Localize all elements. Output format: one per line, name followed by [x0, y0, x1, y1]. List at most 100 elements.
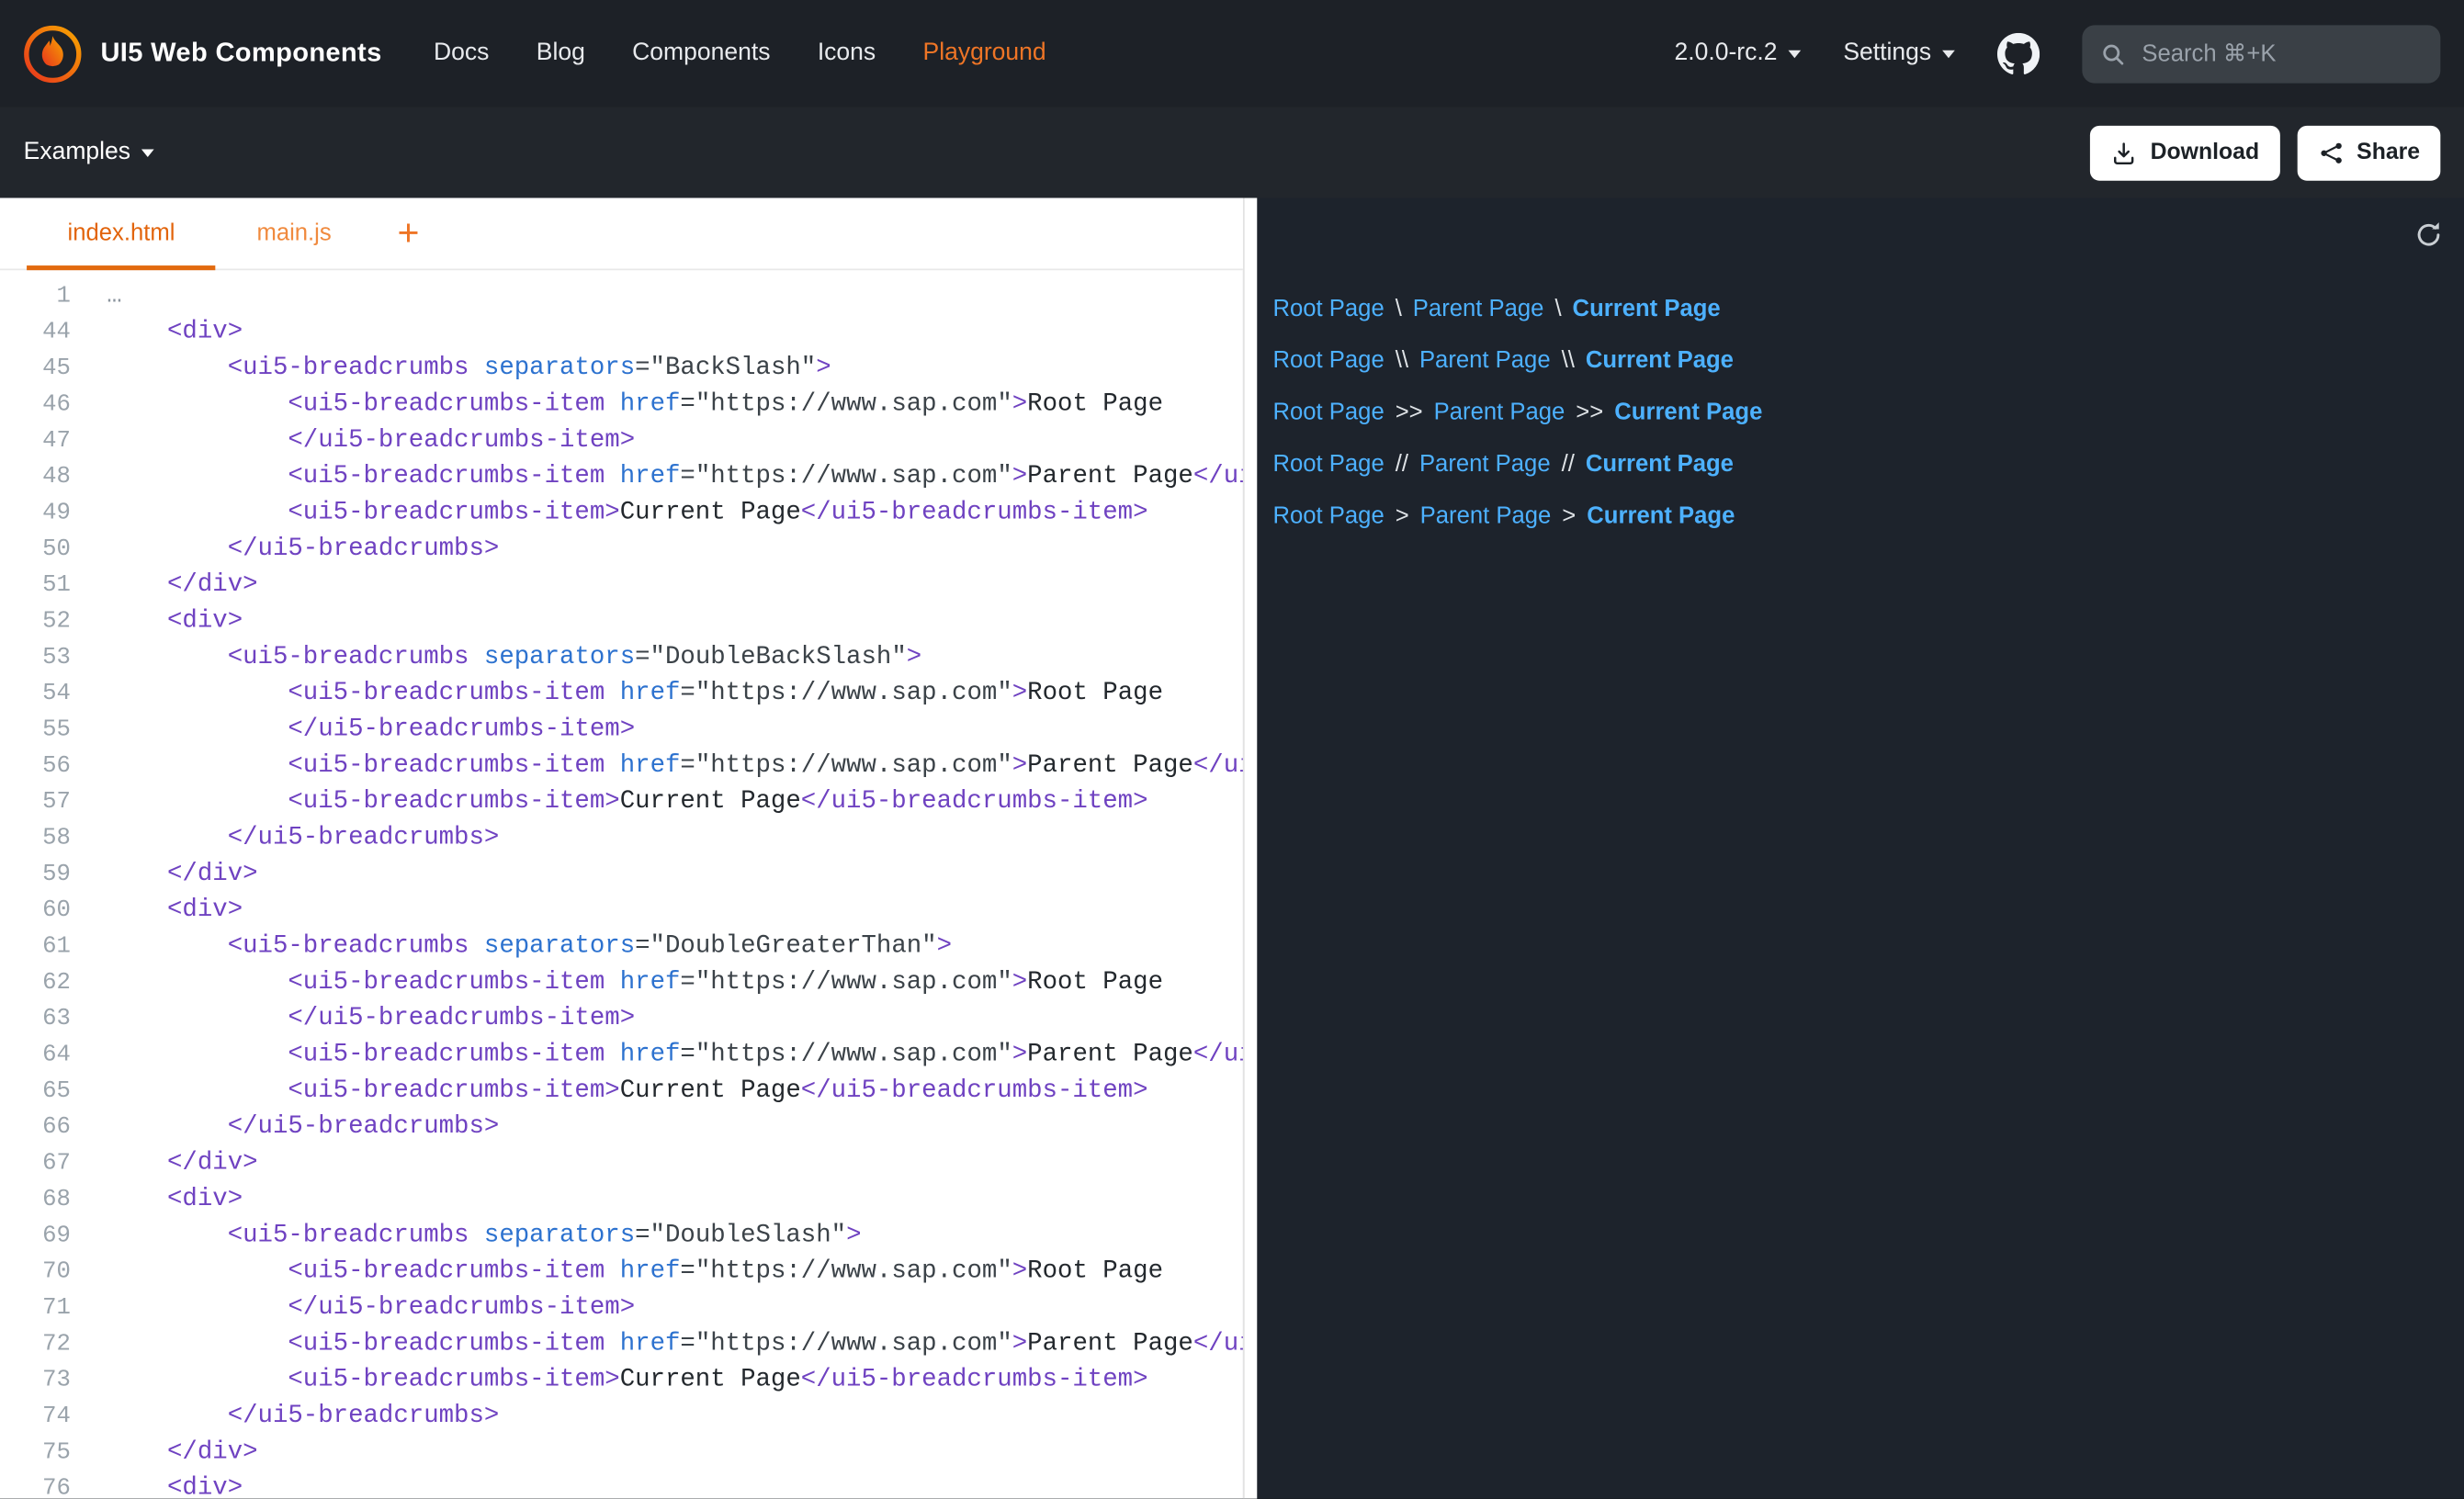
code-text: <ui5-breadcrumbs separators="DoubleSlash… — [107, 1218, 1243, 1254]
code-line: 57 <ui5-breadcrumbs-item>Current Page</u… — [0, 784, 1243, 820]
code-token: <ui5-breadcrumbs — [107, 354, 469, 382]
breadcrumb-link[interactable]: Parent Page — [1420, 502, 1552, 529]
tab-label: main.js — [256, 220, 331, 246]
breadcrumb-separator: >> — [1565, 399, 1614, 425]
breadcrumb-link[interactable]: Parent Page — [1419, 451, 1551, 478]
ui5-flame-logo-icon — [24, 25, 82, 83]
nav-item-playground[interactable]: Playground — [923, 39, 1046, 68]
code-token: Current Page — [620, 1076, 801, 1105]
breadcrumb-row: Root Page>Parent Page>Current Page — [1272, 490, 2445, 542]
examples-toolbar: Examples Download Share — [0, 107, 2464, 197]
line-number: 74 — [0, 1398, 71, 1434]
code-token: =" — [680, 1040, 710, 1068]
code-lines[interactable]: 1…44 <div>45 <ui5-breadcrumbs separators… — [0, 270, 1243, 1499]
code-line: 73 <ui5-breadcrumbs-item>Current Page</u… — [0, 1362, 1243, 1398]
brand[interactable]: UI5 Web Components — [24, 25, 382, 83]
code-token: https://www.sap.com — [710, 1257, 997, 1285]
code-token: <ui5-breadcrumbs-item> — [107, 498, 619, 526]
code-line: 46 <ui5-breadcrumbs-item href="https://w… — [0, 387, 1243, 423]
code-text: </div> — [107, 1145, 1243, 1181]
code-token: https://www.sap.com — [710, 751, 997, 780]
code-text: <ui5-breadcrumbs-item href="https://www.… — [107, 458, 1243, 494]
code-token: <ui5-breadcrumbs-item — [107, 462, 605, 490]
line-number: 69 — [0, 1218, 71, 1254]
breadcrumb-separator: > — [1551, 502, 1587, 529]
tab-main.js[interactable]: main.js — [216, 198, 372, 269]
code-text: <ui5-breadcrumbs-item href="https://www.… — [107, 748, 1243, 783]
breadcrumb-separator: // — [1551, 451, 1586, 478]
breadcrumb-link[interactable]: Root Page — [1272, 399, 1384, 425]
code-token: separators — [484, 931, 635, 960]
screen: UI5 Web Components Docs Blog Components Ico… — [0, 0, 2464, 1499]
breadcrumb-link[interactable]: Root Page — [1272, 347, 1384, 374]
tab-label: index.html — [68, 220, 175, 246]
code-text: <div> — [107, 314, 1243, 350]
breadcrumb-link[interactable]: Root Page — [1272, 451, 1384, 478]
code-text: <div> — [107, 1471, 1243, 1499]
code-text: <ui5-breadcrumbs-item href="https://www.… — [107, 1037, 1243, 1073]
breadcrumb-link[interactable]: Parent Page — [1413, 296, 1544, 322]
breadcrumb-link[interactable]: Root Page — [1272, 296, 1384, 322]
search-input[interactable] — [2139, 39, 2424, 68]
code-token: Root Page — [1027, 1257, 1163, 1285]
breadcrumb-link[interactable]: Parent Page — [1419, 347, 1551, 374]
tab-index.html[interactable]: index.html — [27, 198, 216, 269]
pane-splitter[interactable] — [1243, 198, 1257, 1499]
code-token: <div> — [107, 606, 243, 635]
examples-label: Examples — [24, 139, 130, 167]
line-number: 70 — [0, 1254, 71, 1290]
breadcrumb-separator: \ — [1543, 296, 1572, 322]
code-token: https://www.sap.com — [710, 1329, 997, 1358]
nav-item-docs[interactable]: Docs — [434, 39, 489, 68]
chevron-down-icon — [1942, 50, 1955, 58]
code-token: " — [891, 643, 906, 671]
navbar-right: 2.0.0-rc.2 Settings — [1674, 25, 2440, 83]
code-text: <ui5-breadcrumbs-item>Current Page</ui5-… — [107, 1073, 1243, 1109]
share-button[interactable]: Share — [2297, 125, 2440, 180]
code-token: > — [1012, 1040, 1027, 1068]
code-text: <ui5-breadcrumbs separators="DoubleBackS… — [107, 639, 1243, 675]
code-token: separators — [484, 643, 635, 671]
breadcrumb-link[interactable]: Parent Page — [1434, 399, 1565, 425]
code-token: BackSlash — [665, 354, 801, 382]
nav-item-components[interactable]: Components — [632, 39, 770, 68]
code-token: </ui5-breadcrumbs-item> — [1193, 1040, 1243, 1068]
code-token: https://www.sap.com — [710, 389, 997, 418]
add-tab-button[interactable]: + — [372, 198, 445, 269]
code-line: 67 </div> — [0, 1145, 1243, 1181]
code-line: 62 <ui5-breadcrumbs-item href="https://w… — [0, 964, 1243, 1000]
code-token: </ui5-breadcrumbs-item> — [801, 1076, 1148, 1105]
search-box[interactable] — [2082, 25, 2440, 83]
code-token: href — [620, 679, 681, 707]
code-token: > — [846, 1221, 861, 1249]
nav-item-blog[interactable]: Blog — [537, 39, 585, 68]
github-icon — [1997, 32, 2040, 74]
version-dropdown[interactable]: 2.0.0-rc.2 — [1674, 39, 1801, 68]
code-token: " — [997, 968, 1012, 997]
code-line: 55 </ui5-breadcrumbs-item> — [0, 712, 1243, 748]
code-token: =" — [635, 643, 665, 671]
download-button[interactable]: Download — [2091, 125, 2280, 180]
line-number: 68 — [0, 1181, 71, 1217]
code-token: </ui5-breadcrumbs-item> — [801, 787, 1148, 816]
code-text: </div> — [107, 856, 1243, 892]
code-token: href — [620, 1329, 681, 1358]
code-token: <div> — [107, 1473, 243, 1498]
nav-item-icons[interactable]: Icons — [818, 39, 876, 68]
code-token: " — [801, 354, 816, 382]
chevron-down-icon — [141, 149, 154, 157]
code-token: <ui5-breadcrumbs — [107, 643, 469, 671]
github-link[interactable] — [1997, 32, 2040, 74]
breadcrumb-link[interactable]: Root Page — [1272, 502, 1384, 529]
refresh-button[interactable] — [2407, 214, 2449, 256]
breadcrumb-row: Root Page//Parent Page//Current Page — [1272, 438, 2445, 490]
code-token: " — [997, 389, 1012, 418]
download-icon — [2111, 139, 2138, 165]
settings-dropdown[interactable]: Settings — [1843, 39, 1954, 68]
breadcrumb-separator: // — [1385, 451, 1419, 478]
app: UI5 Web Components Docs Blog Components Ico… — [0, 0, 2464, 1499]
examples-dropdown[interactable]: Examples — [24, 139, 154, 167]
share-icon — [2317, 139, 2344, 165]
version-label: 2.0.0-rc.2 — [1674, 39, 1777, 68]
code-token: https://www.sap.com — [710, 968, 997, 997]
